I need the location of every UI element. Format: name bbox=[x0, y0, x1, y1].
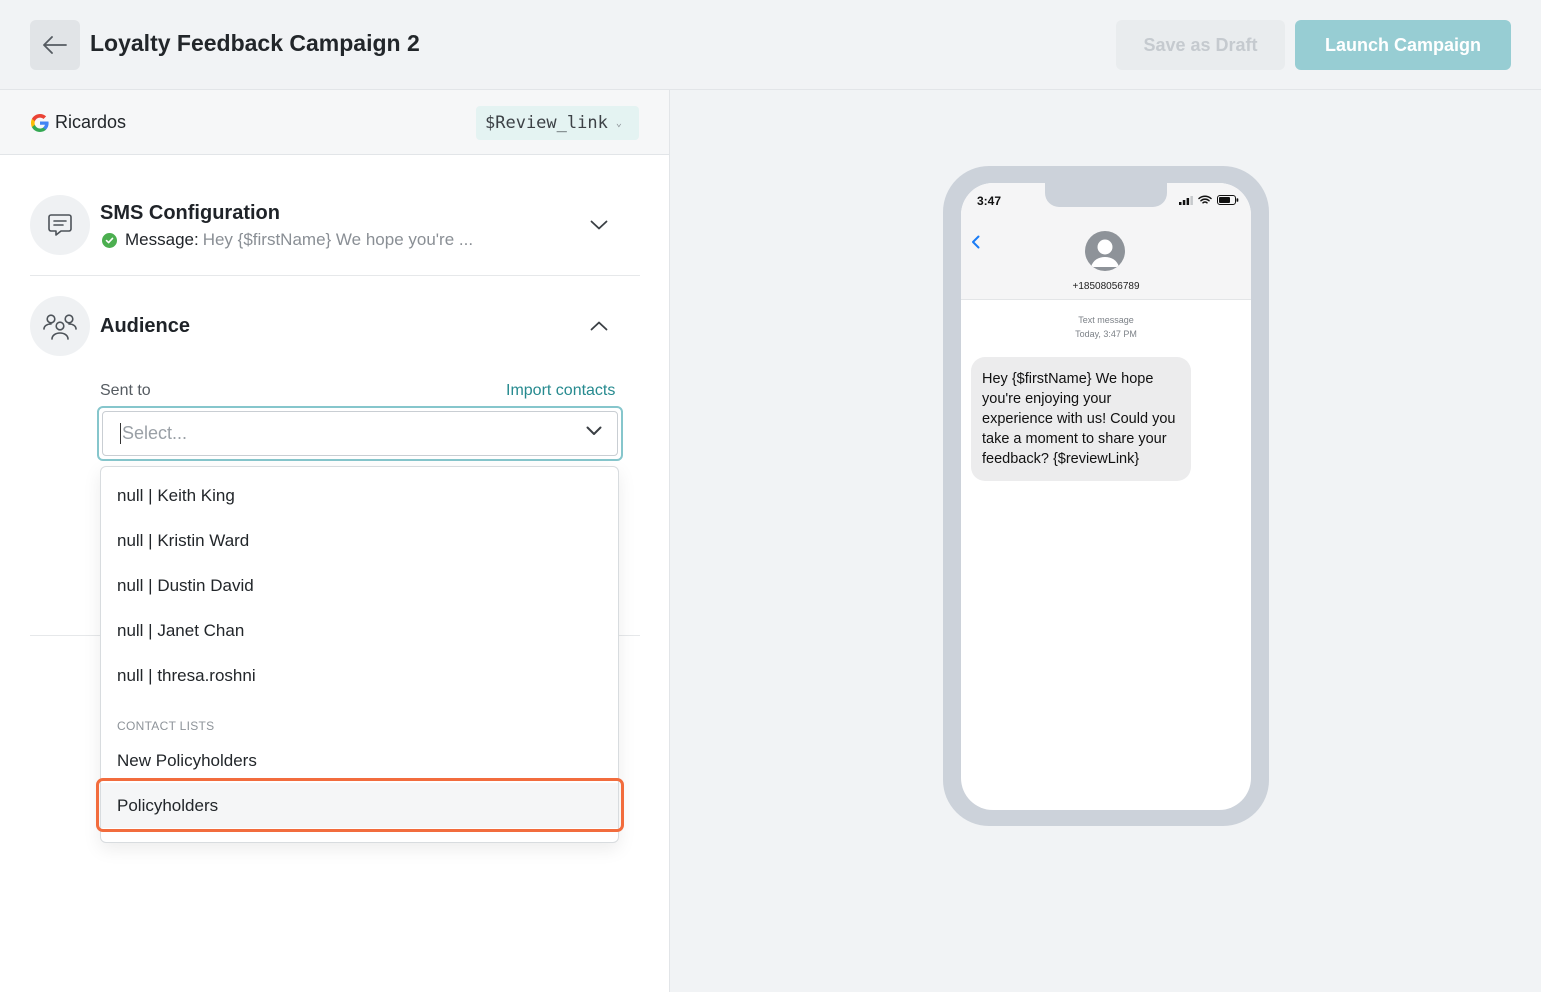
import-contacts-link[interactable]: Import contacts bbox=[506, 382, 615, 400]
sms-message-summary: Message: Hey {$firstName} We hope you're… bbox=[102, 230, 473, 250]
review-link-variable-dropdown[interactable]: $Review_link ⌄ bbox=[476, 106, 639, 140]
contact-number: +18508056789 bbox=[1072, 281, 1140, 292]
dropdown-option[interactable]: null | thresa.roshni bbox=[101, 653, 618, 698]
sms-section-title[interactable]: SMS Configuration bbox=[100, 202, 280, 225]
message-time: Today, 3:47 PM bbox=[1075, 329, 1137, 339]
arrow-left-icon bbox=[43, 36, 67, 54]
chevron-down-icon: ⌄ bbox=[615, 117, 622, 129]
contact-list-option[interactable]: New Policyholders bbox=[101, 738, 618, 783]
section-divider bbox=[30, 275, 640, 276]
page-title: Loyalty Feedback Campaign 2 bbox=[90, 30, 420, 56]
contact-lists-group-label: CONTACT LISTS bbox=[117, 719, 215, 733]
chevron-down-icon[interactable] bbox=[589, 215, 609, 235]
sent-to-label: Sent to bbox=[100, 382, 151, 399]
top-header: Loyalty Feedback Campaign 2 Save as Draf… bbox=[0, 0, 1541, 90]
source-name: Ricardos bbox=[55, 112, 127, 132]
message-timestamp: Text message Today, 3:47 PM bbox=[961, 313, 1251, 341]
back-button[interactable] bbox=[30, 20, 80, 70]
contact-avatar-icon bbox=[1085, 231, 1125, 271]
section-divider bbox=[30, 635, 100, 636]
people-icon bbox=[30, 296, 90, 356]
dropdown-option[interactable]: null | Dustin David bbox=[101, 563, 618, 608]
chevron-down-icon[interactable] bbox=[586, 426, 602, 436]
contact-list-option-selected[interactable]: Policyholders bbox=[101, 783, 618, 828]
dropdown-option[interactable]: null | Kristin Ward bbox=[101, 518, 618, 563]
battery-icon bbox=[1217, 195, 1239, 205]
phone-preview: 3:47 +18508056789 Text message Today, 3:… bbox=[943, 166, 1269, 826]
chevron-left-icon[interactable] bbox=[971, 235, 980, 249]
phone-notch bbox=[1045, 183, 1167, 207]
audience-select[interactable]: Select... bbox=[97, 406, 623, 461]
signal-icon bbox=[1179, 195, 1193, 205]
save-draft-button[interactable]: Save as Draft bbox=[1116, 20, 1285, 70]
google-icon bbox=[31, 114, 49, 132]
dropdown-option[interactable]: null | Janet Chan bbox=[101, 608, 618, 653]
section-divider bbox=[619, 635, 640, 636]
message-preview: Hey {$firstName} We hope you're ... bbox=[202, 230, 474, 249]
check-circle-icon bbox=[102, 232, 117, 248]
select-control[interactable]: Select... bbox=[102, 411, 618, 456]
status-icons bbox=[1179, 195, 1239, 205]
phone-screen: 3:47 +18508056789 Text message Today, 3:… bbox=[961, 183, 1251, 810]
sms-bubble: Hey {$firstName} We hope you're enjoying… bbox=[971, 357, 1191, 481]
audience-dropdown-menu: null | Keith King null | Kristin Ward nu… bbox=[100, 466, 619, 843]
audience-section-title[interactable]: Audience bbox=[100, 315, 190, 338]
chevron-up-icon[interactable] bbox=[589, 316, 609, 336]
variable-label: $Review_link bbox=[485, 113, 608, 133]
wifi-icon bbox=[1198, 195, 1212, 204]
source-bar: Ricardos $Review_link ⌄ bbox=[0, 90, 669, 155]
select-placeholder: Select... bbox=[120, 423, 188, 444]
status-time: 3:47 bbox=[977, 194, 1002, 208]
message-type: Text message bbox=[1078, 315, 1134, 325]
launch-campaign-button[interactable]: Launch Campaign bbox=[1295, 20, 1511, 70]
message-label: Message: bbox=[125, 230, 199, 249]
dropdown-option[interactable]: null | Keith King bbox=[101, 473, 618, 518]
message-icon bbox=[30, 195, 90, 255]
